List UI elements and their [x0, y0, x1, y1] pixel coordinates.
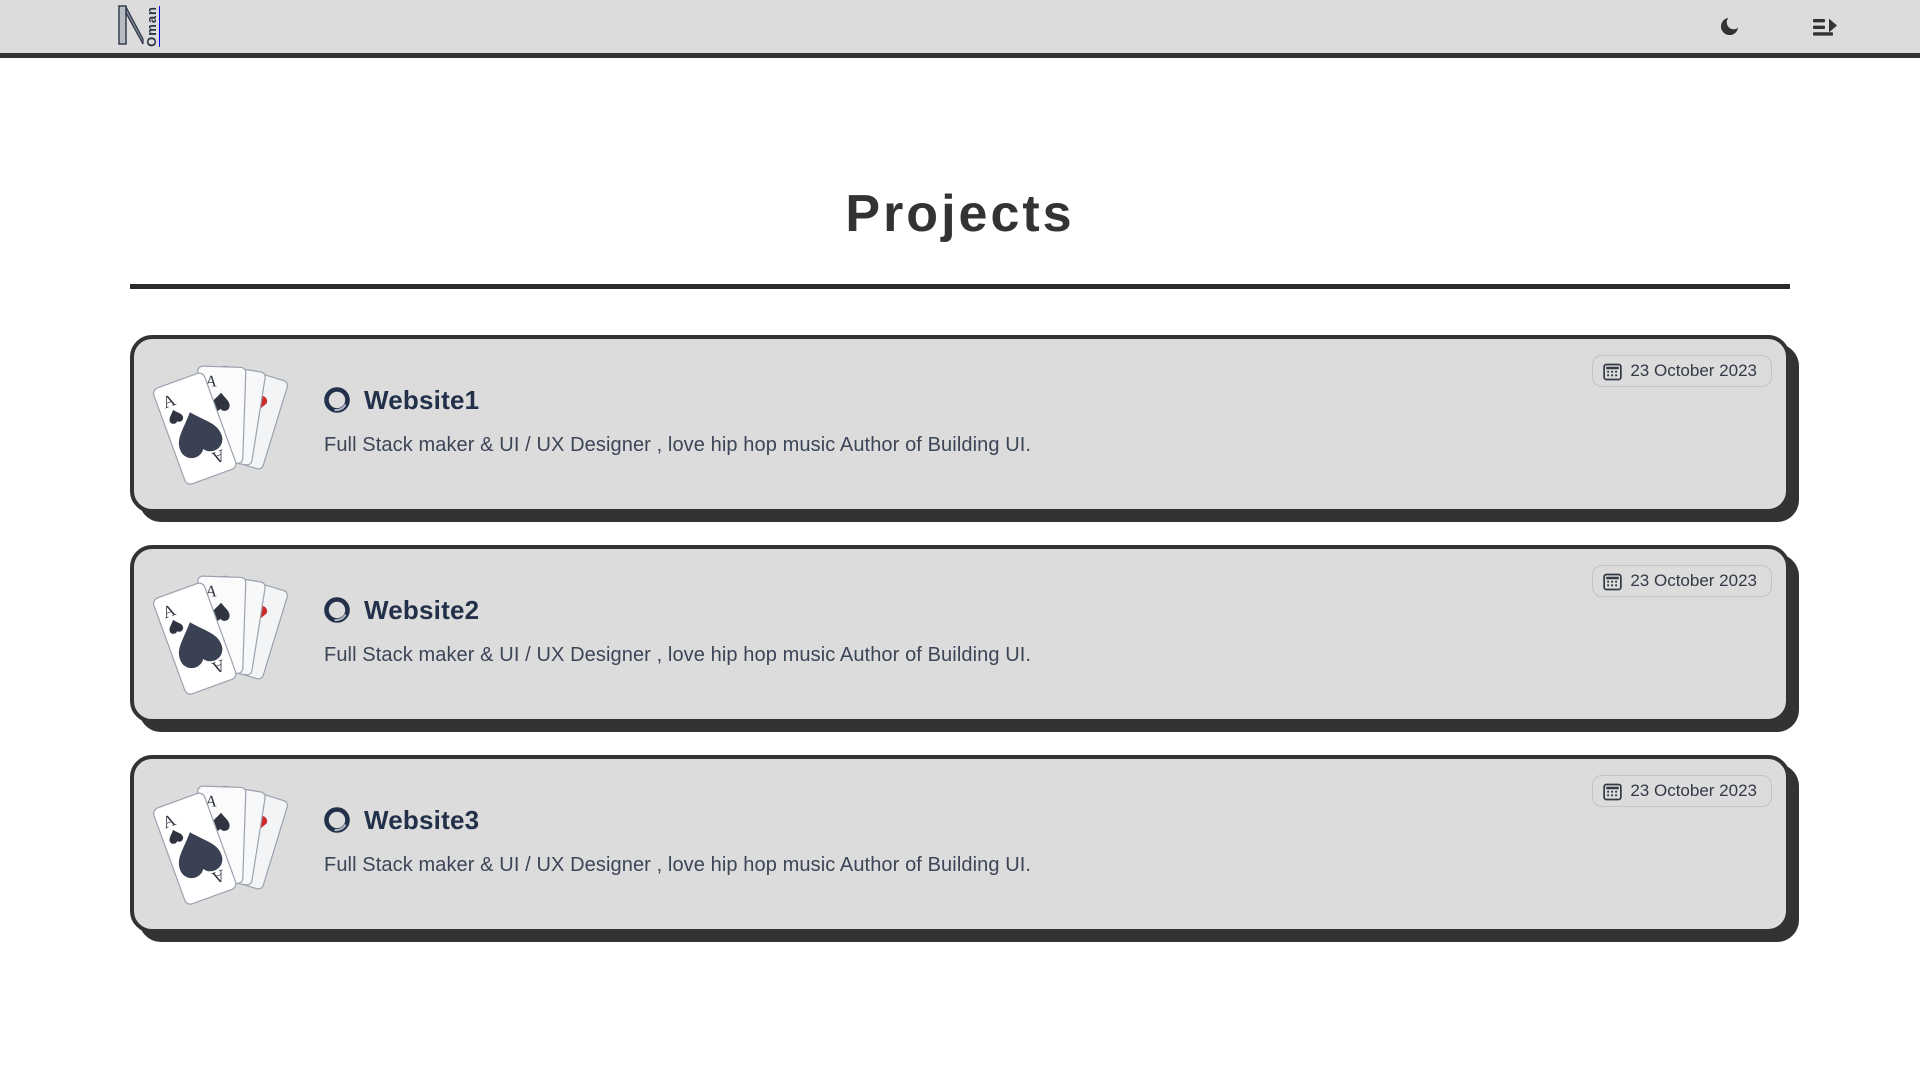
- project-date-badge: 23 October 2023: [1592, 775, 1772, 807]
- navbar-actions: [1712, 10, 1842, 44]
- brand-word: Oman: [144, 5, 159, 47]
- menu-arrow-icon: [1812, 18, 1837, 36]
- calendar-icon: [1603, 363, 1623, 380]
- project-date-badge: 23 October 2023: [1592, 355, 1772, 387]
- calendar-icon: [1603, 783, 1623, 800]
- circle-ring-icon: [324, 807, 350, 833]
- project-title: Website1: [364, 385, 480, 415]
- project-card-3[interactable]: 23 October 2023 3 4 A: [130, 755, 1790, 933]
- project-card-body: Website3 Full Stack maker & UI / UX Desi…: [300, 807, 1768, 881]
- project-title: Website3: [364, 805, 480, 835]
- project-description: Full Stack maker & UI / UX Designer , lo…: [324, 854, 1032, 876]
- project-card-heading: Website2: [324, 597, 1768, 623]
- project-date-text: 23 October 2023: [1630, 361, 1757, 380]
- project-date-text: 23 October 2023: [1630, 571, 1757, 590]
- project-description: Full Stack maker & UI / UX Designer , lo…: [324, 434, 1032, 456]
- project-card-body: Website1 Full Stack maker & UI / UX Desi…: [300, 387, 1768, 461]
- brand-n-icon: [118, 4, 144, 45]
- circle-ring-icon: [324, 597, 350, 623]
- top-navbar: Oman: [0, 0, 1920, 58]
- project-card-1[interactable]: 23 October 2023 3 4 A: [130, 335, 1790, 513]
- project-card-heading: Website1: [324, 387, 1768, 413]
- project-thumbnail: 3 4 A A A: [153, 785, 289, 905]
- project-thumbnail: 3 4 A A A: [153, 365, 289, 485]
- circle-ring-icon: [324, 387, 350, 413]
- project-date-text: 23 October 2023: [1630, 781, 1757, 800]
- project-description: Full Stack maker & UI / UX Designer , lo…: [324, 644, 1032, 666]
- calendar-icon: [1603, 573, 1623, 590]
- page-title: Projects: [845, 185, 1075, 243]
- title-divider: [130, 284, 1790, 289]
- project-card-body: Website2 Full Stack maker & UI / UX Desi…: [300, 597, 1768, 671]
- moon-icon: [1720, 17, 1738, 36]
- project-title: Website2: [364, 595, 480, 625]
- brand-logo[interactable]: Oman: [118, 4, 159, 49]
- projects-page: Projects 23 October 2023 A A A Website1 …: [0, 58, 1920, 933]
- theme-toggle-button[interactable]: [1712, 10, 1746, 44]
- project-card-2[interactable]: 23 October 2023 3 4 A: [130, 545, 1790, 723]
- menu-toggle-button[interactable]: [1808, 10, 1842, 44]
- project-card-list: 23 October 2023 3 4 A: [130, 335, 1790, 933]
- project-card-heading: Website3: [324, 807, 1768, 833]
- project-date-badge: 23 October 2023: [1592, 565, 1772, 597]
- project-thumbnail: 3 4 A A A: [153, 575, 289, 695]
